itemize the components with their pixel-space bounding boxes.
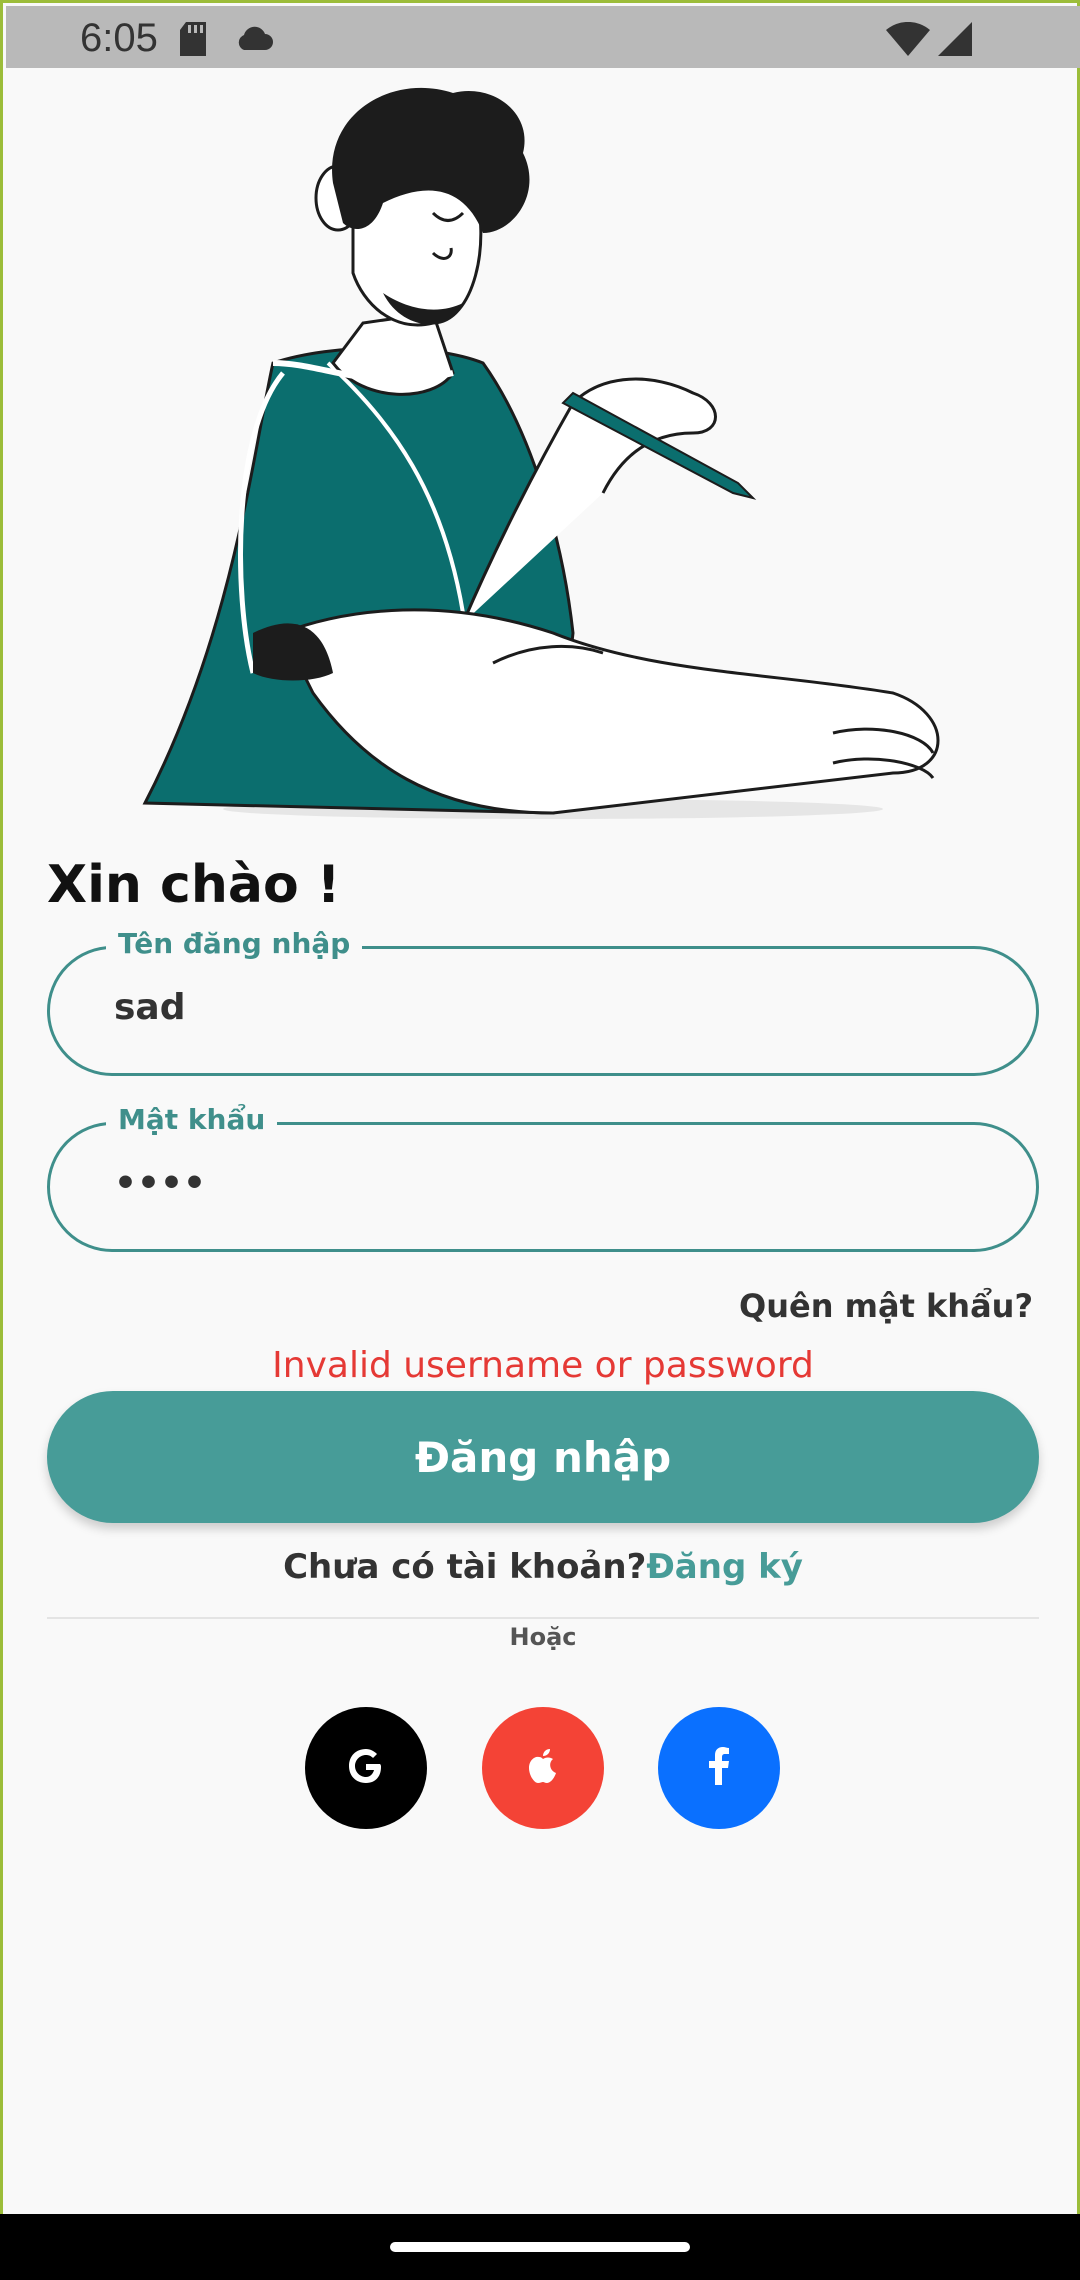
apple-icon [526,1747,560,1790]
status-time: 6:05 [80,16,158,60]
signal-icon [936,22,972,63]
home-gesture-handle[interactable] [390,2242,690,2252]
cloud-icon [234,26,274,57]
login-button[interactable]: Đăng nhập [47,1391,1039,1523]
google-login-button[interactable] [305,1707,427,1829]
signup-link[interactable]: Đăng ký [646,1547,803,1587]
facebook-login-button[interactable] [658,1707,780,1829]
or-divider-label: Hoặc [509,1623,577,1651]
person-writing-illustration [133,73,963,833]
google-icon [346,1746,386,1791]
facebook-icon [708,1746,730,1790]
username-field[interactable]: Tên đăng nhập sad [47,927,1039,1076]
apple-login-button[interactable] [482,1707,604,1829]
error-message: Invalid username or password [272,1345,814,1386]
password-field[interactable]: Mật khẩu •••• [47,1103,1039,1252]
signup-prompt: Chưa có tài khoản? [283,1547,647,1587]
signup-row: Chưa có tài khoản?Đăng ký [3,1547,1080,1587]
greeting-title: Xin chào ! [47,855,341,915]
forgot-password-link[interactable]: Quên mật khẩu? [739,1287,1033,1325]
system-navigation-bar [0,2214,1080,2280]
username-input[interactable]: sad [114,987,974,1028]
divider [47,1617,1039,1619]
status-bar: 6:05 [6,6,1080,68]
sd-card-icon [178,22,208,61]
wifi-icon [886,21,930,63]
app-screen: 6:05 Xin chào ! Tên đăng nhập sad Mật kh… [0,0,1080,2214]
username-label: Tên đăng nhập [106,927,363,960]
password-label: Mật khẩu [106,1103,278,1136]
password-input[interactable]: •••• [114,1163,974,1204]
